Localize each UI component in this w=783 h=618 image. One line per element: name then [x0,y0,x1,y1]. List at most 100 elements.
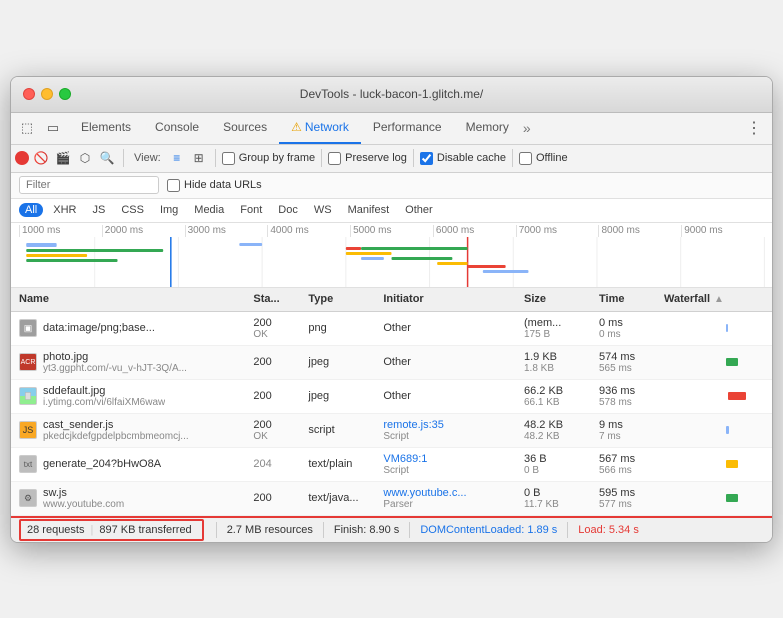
network-chart [11,237,772,287]
hide-data-urls-checkbox[interactable]: Hide data URLs [167,179,262,192]
footer-load: Load: 5.34 s [578,524,639,536]
initiator-link[interactable]: remote.js:35 [383,419,524,431]
tab-memory[interactable]: Memory [454,112,521,144]
view-label: View: [134,152,161,164]
table-row[interactable]: JS cast_sender.js pkedcjkdefgpdelpbcmbme… [11,414,772,448]
tab-sources[interactable]: Sources [211,112,279,144]
type-filter-ws[interactable]: WS [308,203,338,217]
offline-checkbox[interactable]: Offline [519,152,568,165]
timeline-section: 1000 ms 2000 ms 3000 ms 4000 ms 5000 ms … [11,223,772,288]
file-icon: ⚙ [19,489,37,507]
waterfall-bar-container [664,424,764,436]
row-waterfall [664,424,764,436]
devtools-menu-icon[interactable]: ⋮ [740,118,768,138]
row-filename: data:image/png;base... [43,322,155,334]
device-icon[interactable]: ▭ [41,116,65,140]
maximize-button[interactable] [59,88,71,100]
initiator-link[interactable]: VM689:1 [383,453,524,465]
grid-view-icon[interactable]: ⊞ [189,148,209,168]
network-chart-svg [11,237,772,287]
close-button[interactable] [23,88,35,100]
table-row[interactable]: txt generate_204?bHwO8A 204 text/plain V… [11,448,772,482]
timeline-label-3000: 3000 ms [185,225,268,237]
row-type: png [308,322,383,334]
row-name-lines: generate_204?bHwO8A [43,458,161,470]
col-header-type[interactable]: Type [308,293,383,305]
tab-performance[interactable]: Performance [361,112,454,144]
record-button[interactable] [15,151,29,165]
row-size: 1.9 KB 1.8 KB [524,351,599,374]
type-filter-img[interactable]: Img [154,203,184,217]
window-title: DevTools - luck-bacon-1.glitch.me/ [300,87,483,101]
row-initiator: Other [383,322,524,334]
inspect-icon[interactable]: ⬚ [15,116,39,140]
type-filter-doc[interactable]: Doc [272,203,304,217]
row-initiator: remote.js:35 Script [383,419,524,442]
devtools-controls: ⬚ ▭ [15,116,65,140]
type-filter-js[interactable]: JS [86,203,111,217]
type-filter-manifest[interactable]: Manifest [342,203,396,217]
group-by-frame-checkbox[interactable]: Group by frame [222,152,315,165]
preserve-log-checkbox[interactable]: Preserve log [328,152,407,165]
traffic-lights [23,88,71,100]
file-icon: txt [19,455,37,473]
waterfall-bar [728,392,746,400]
row-size: 66.2 KB 66.1 KB [524,385,599,408]
table-row[interactable]: ACR photo.jpg yt3.ggpht.com/-vu_v-hJT-3Q… [11,346,772,380]
list-view-icon[interactable]: ≡ [167,148,187,168]
waterfall-bar-container [664,390,764,402]
disable-cache-checkbox[interactable]: Disable cache [420,152,506,165]
tab-network[interactable]: ⚠ Network [279,112,361,144]
col-header-time[interactable]: Time [599,293,664,305]
waterfall-bar-container [664,458,764,470]
type-filter-all[interactable]: All [19,203,43,217]
col-header-name[interactable]: Name [19,293,253,305]
type-filter-xhr[interactable]: XHR [47,203,82,217]
col-header-initiator[interactable]: Initiator [383,293,524,305]
row-filename: cast_sender.js [43,419,189,431]
separator-1 [123,149,124,167]
row-name-lines: photo.jpg yt3.ggpht.com/-vu_v-hJT-3Q/A..… [43,351,187,374]
table-row[interactable]: ⚙ sw.js www.youtube.com 200 text/java...… [11,482,772,516]
status-bar: 28 requests | 897 KB transferred 2.7 MB … [11,516,772,542]
row-name-cell: ⚙ sw.js www.youtube.com [19,487,253,510]
row-size: (mem... 175 B [524,317,599,340]
timeline-label-5000: 5000 ms [350,225,433,237]
row-type: jpeg [308,390,383,402]
type-filter-media[interactable]: Media [188,203,230,217]
separator-5 [512,149,513,167]
more-tabs-icon[interactable]: » [523,120,531,136]
file-icon: JS [19,421,37,439]
separator-3 [321,149,322,167]
row-time: 595 ms 577 ms [599,487,664,510]
tab-console[interactable]: Console [143,112,211,144]
tabs-bar: ⬚ ▭ Elements Console Sources ⚠ Network P… [11,113,772,145]
row-time: 567 ms 566 ms [599,453,664,476]
row-filename: sw.js [43,487,124,499]
col-header-status[interactable]: Sta... [253,293,308,305]
table-row[interactable]: ▣ data:image/png;base... 200 OK png Othe… [11,312,772,346]
minimize-button[interactable] [41,88,53,100]
row-initiator: Other [383,390,524,402]
filter-icon[interactable]: ⬡ [75,148,95,168]
timeline-label-4000: 4000 ms [267,225,350,237]
initiator-link[interactable]: www.youtube.c... [383,487,524,499]
filter-input[interactable] [19,176,159,194]
row-type: text/plain [308,458,383,470]
table-row[interactable]: sddefault.jpg i.ytimg.com/vi/6lfaiXM6waw… [11,380,772,414]
timeline-label-9000: 9000 ms [681,225,764,237]
type-filter-other[interactable]: Other [399,203,439,217]
col-header-size[interactable]: Size [524,293,599,305]
row-name-cell: ACR photo.jpg yt3.ggpht.com/-vu_v-hJT-3Q… [19,351,253,374]
devtools-window: DevTools - luck-bacon-1.glitch.me/ ⬚ ▭ E… [10,76,773,543]
row-waterfall [664,356,764,368]
clear-icon[interactable]: 🚫 [31,148,51,168]
tab-elements[interactable]: Elements [69,112,143,144]
search-icon[interactable]: 🔍 [97,148,117,168]
waterfall-bar [726,358,738,366]
type-filter-css[interactable]: CSS [115,203,150,217]
footer-finish: Finish: 8.90 s [334,524,399,536]
camera-icon[interactable]: 🎬 [53,148,73,168]
type-filter-font[interactable]: Font [234,203,268,217]
col-header-waterfall[interactable]: Waterfall ▲ [664,293,764,305]
